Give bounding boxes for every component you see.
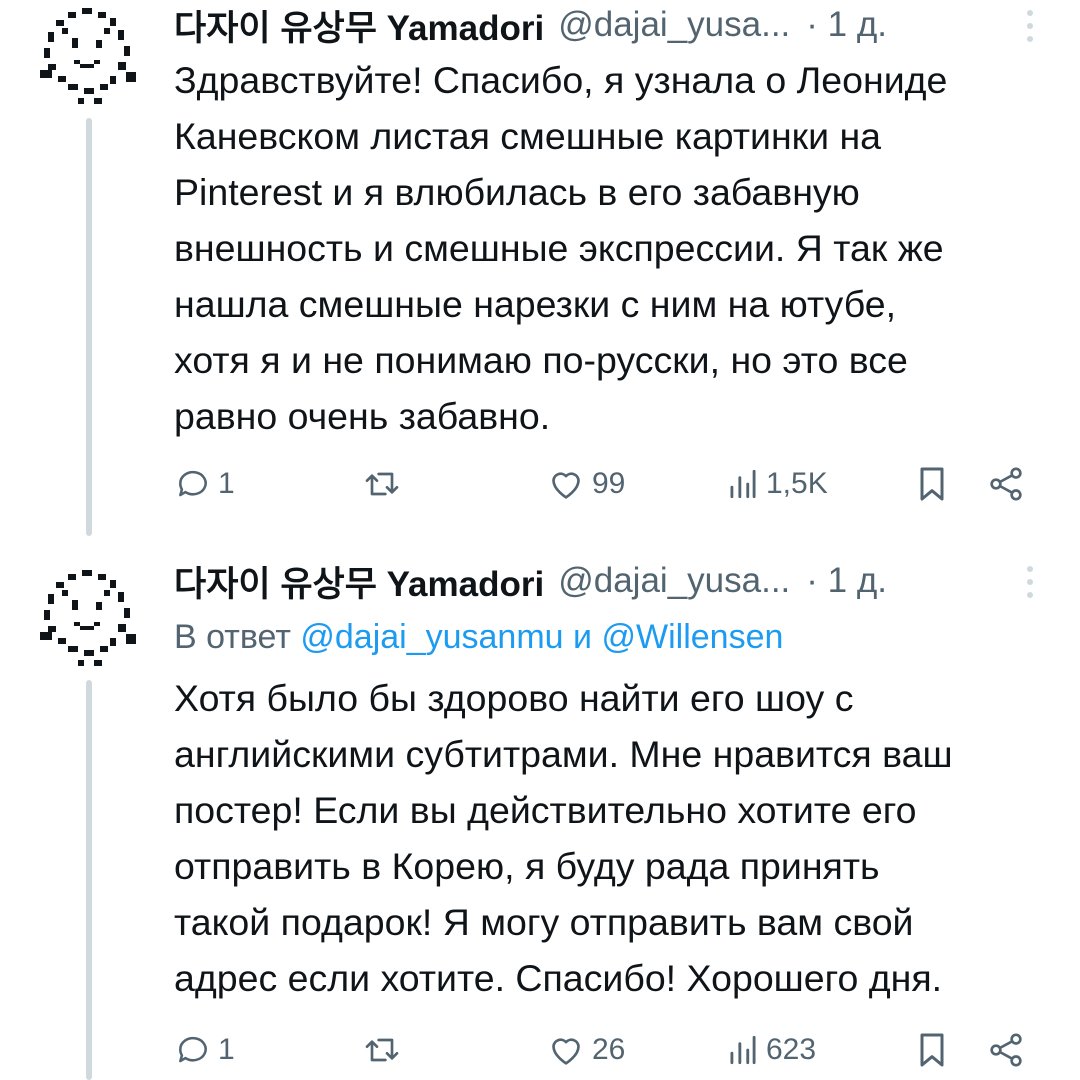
mention-link[interactable]: @dajai_yusanmu <box>300 618 563 656</box>
thread-connector-line <box>86 680 92 1080</box>
thread-connector-line <box>86 118 92 536</box>
bar-chart-icon <box>730 1035 756 1065</box>
reply-count: 1 <box>218 467 235 500</box>
speech-bubble-icon <box>179 470 207 497</box>
text-line: адрес если хотите. Спасибо! Хорошего дня… <box>174 957 943 999</box>
like-count: 99 <box>592 467 626 500</box>
retweet-button[interactable] <box>362 1028 408 1072</box>
more-options-button[interactable] <box>1020 6 1040 46</box>
tweet-text: Здравствуйте! Спасибо, я узнала о Леонид… <box>174 52 1054 444</box>
text-line: равно очень забавно. <box>174 395 551 437</box>
tweet-header: 다자이 유상무 Yamadori @dajai_yusa... · 1 д. <box>174 556 1040 606</box>
bookmark-icon <box>920 467 944 501</box>
like-button[interactable]: 26 <box>546 1028 625 1072</box>
text-line: внешность и смешные экспрессии. Я так же <box>174 227 944 269</box>
views-button[interactable]: 1,5K <box>726 462 828 506</box>
share-icon <box>990 467 1022 501</box>
display-name[interactable]: 다자이 유상무 Yamadori <box>174 556 544 607</box>
user-handle[interactable]: @dajai_yusa... <box>558 561 790 601</box>
bookmark-button[interactable] <box>914 1028 950 1072</box>
more-options-button[interactable] <box>1020 562 1040 602</box>
tweet-header: 다자이 유상무 Yamadori @dajai_yusa... · 1 д. <box>174 0 1040 50</box>
text-line: Хотя было бы здорово найти его шоу с <box>174 677 854 719</box>
reply-button[interactable]: 1 <box>174 1028 235 1072</box>
view-count: 1,5K <box>766 467 828 500</box>
avatar[interactable] <box>38 4 138 104</box>
share-icon <box>990 1033 1022 1067</box>
mention-link[interactable]: @Willensen <box>601 618 783 656</box>
text-line: Каневском листая смешные картинки на <box>174 115 882 157</box>
heart-icon <box>552 1038 580 1065</box>
action-bar: 1 26 623 <box>174 1028 1034 1072</box>
reply-context: В ответ @dajai_yusanmu и @Willensen <box>174 618 783 657</box>
text-line: такой подарок! Я могу отправить вам свой <box>174 901 914 943</box>
share-button[interactable] <box>986 1028 1026 1072</box>
reply-prefix: В ответ <box>174 618 291 656</box>
mention-conjunction: и <box>573 618 593 656</box>
tweet-text: Хотя было бы здорово найти его шоу с анг… <box>174 670 1054 1006</box>
like-count: 26 <box>592 1033 626 1066</box>
user-handle[interactable]: @dajai_yusa... <box>558 5 790 45</box>
retweet-icon <box>365 1038 399 1062</box>
timestamp[interactable]: · 1 д. <box>806 5 887 45</box>
share-button[interactable] <box>986 462 1026 506</box>
heart-icon <box>552 472 580 499</box>
like-button[interactable]: 99 <box>546 462 625 506</box>
tweet-1[interactable]: 다자이 유상무 Yamadori @dajai_yusa... · 1 д. З… <box>0 0 1080 540</box>
avatar[interactable] <box>38 566 138 666</box>
bookmark-icon <box>920 1033 944 1067</box>
text-line: Pinterest и я влюбилась в его забавную <box>174 171 860 213</box>
pixel-face-avatar-icon <box>40 8 136 104</box>
tweet-2[interactable]: 다자이 유상무 Yamadori @dajai_yusa... · 1 д. В… <box>0 552 1080 1080</box>
retweet-icon <box>365 472 399 496</box>
vertical-dots-icon <box>1027 10 1033 16</box>
text-line: хотя я и не понимаю по-русски, но это вс… <box>174 339 908 381</box>
text-line: отправить в Корею, я буду рада принять <box>174 845 880 887</box>
bar-chart-icon <box>730 469 756 499</box>
bookmark-button[interactable] <box>914 462 950 506</box>
text-line: английскими субтитрами. Мне нравится ваш <box>174 733 953 775</box>
action-bar: 1 99 1,5K <box>174 462 1034 506</box>
vertical-dots-icon <box>1027 566 1033 572</box>
pixel-face-avatar-icon <box>40 570 136 666</box>
views-button[interactable]: 623 <box>726 1028 816 1072</box>
text-line: нашла смешные нарезки с ним на ютубе, <box>174 283 897 325</box>
view-count: 623 <box>766 1033 817 1066</box>
retweet-button[interactable] <box>362 462 408 506</box>
reply-count: 1 <box>218 1033 235 1066</box>
text-line: постер! Если вы действительно хотите его <box>174 789 917 831</box>
text-line: Здравствуйте! Спасибо, я узнала о Леонид… <box>174 59 948 101</box>
display-name[interactable]: 다자이 유상무 Yamadori <box>174 0 544 51</box>
timestamp[interactable]: · 1 д. <box>806 561 887 601</box>
reply-button[interactable]: 1 <box>174 462 235 506</box>
speech-bubble-icon <box>179 1036 207 1063</box>
